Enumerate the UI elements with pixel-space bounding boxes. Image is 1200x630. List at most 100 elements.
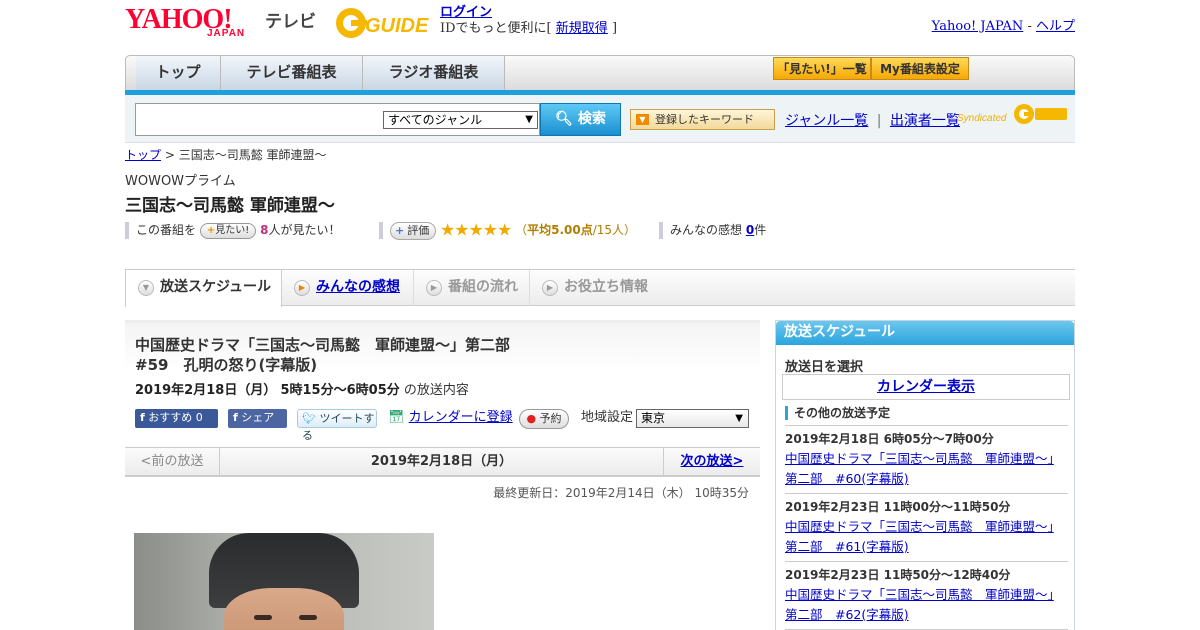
other-broadcasts-heading: その他の放送予定	[785, 406, 890, 420]
rating-open: （	[515, 223, 528, 237]
episode-date-suffix: の放送内容	[403, 383, 469, 398]
header-separator: -	[1027, 19, 1032, 34]
nav-tab-tv-schedule[interactable]: テレビ番組表	[221, 56, 363, 90]
band-links: ジャンル一覧 | 出演者一覧	[785, 110, 960, 130]
search-icon: 🔍︎	[555, 111, 573, 127]
yahoo-japan-text: JAPAN	[207, 28, 246, 39]
next-broadcast-link[interactable]: 次の放送>	[681, 454, 744, 469]
twitter-bird-icon: 🐦︎	[302, 412, 316, 425]
genre-list-link[interactable]: ジャンル一覧	[785, 113, 868, 129]
rating-average: 平均5.00点	[527, 223, 593, 237]
nav-tab-top[interactable]: トップ	[136, 56, 221, 90]
episode-title-line2: #59 孔明の怒り(字幕版)	[135, 356, 318, 374]
facebook-share-label: シェア	[241, 411, 275, 424]
tab-reviews[interactable]: ▶ みんなの感想	[282, 270, 414, 306]
tv-logo-text: テレビ	[265, 12, 316, 32]
calendar-register-link[interactable]: カレンダーに登録	[409, 410, 513, 425]
g-guide-logo[interactable]: GUIDE	[335, 6, 431, 40]
nav-tab-radio-schedule[interactable]: ラジオ番組表	[363, 56, 505, 90]
breadcrumb-top-link[interactable]: トップ	[125, 148, 161, 162]
calendar-register: 📅︎ カレンダーに登録	[388, 409, 513, 428]
record-dot-icon: ●	[526, 412, 537, 425]
episode-header: 中国歴史ドラマ「三国志～司馬懿 軍師連盟～」第二部 #59 孔明の怒り(字幕版)…	[125, 320, 760, 445]
play-icon: ▶	[426, 280, 442, 296]
current-broadcast-date: 2019年2月18日（月）	[370, 454, 513, 469]
calendar-display-link[interactable]: カレンダー表示	[877, 379, 975, 395]
tab-info-label: お役立ち情報	[564, 279, 648, 295]
header-links: Yahoo! JAPAN - ヘルプ	[932, 15, 1075, 34]
mitai-button[interactable]: +見たい!	[199, 222, 257, 239]
rate-button-label: 評価	[407, 223, 430, 237]
my-schedule-button[interactable]: My番組表設定	[871, 57, 969, 80]
global-nav: トップ テレビ番組表 ラジオ番組表 「見たい!」一覧 My番組表設定	[125, 55, 1075, 91]
chevron-down-icon: ▼	[525, 114, 533, 125]
broadcast-time: 2019年2月18日 6時05分～7時00分	[785, 432, 994, 446]
next-broadcast: 次の放送>	[663, 448, 760, 476]
reviews-suffix: 件	[754, 223, 767, 237]
broadcast-title-link[interactable]: 中国歴史ドラマ「三国志～司馬懿 軍師連盟～」第二部 #60(字幕版)	[785, 451, 1054, 486]
facebook-share-button[interactable]: f シェア	[228, 409, 287, 428]
dropdown-arrow-icon: ▼	[636, 114, 649, 125]
login-note-end: ]	[611, 21, 618, 36]
search-button[interactable]: 🔍︎ 検索	[540, 103, 621, 136]
photo-face	[224, 588, 344, 630]
broadcast-time: 2019年2月23日 11時50分～12時40分	[785, 568, 1011, 582]
reviews-prefix: みんなの感想	[670, 223, 743, 237]
watch-prefix: この番組を	[136, 223, 197, 237]
tweet-button[interactable]: 🐦︎ ツイートする	[297, 409, 377, 442]
episode-title-line1: 中国歴史ドラマ「三国志～司馬懿 軍師連盟～」第二部	[135, 336, 511, 354]
episode-time: 5時15分～6時05分	[280, 383, 400, 398]
mitai-list-button[interactable]: 「見たい!」一覧	[773, 57, 871, 80]
episode-image	[134, 533, 434, 630]
list-item: 2019年2月23日 11時00分～11時50分 中国歴史ドラマ「三国志～司馬懿…	[785, 497, 1055, 557]
photo-eye	[299, 615, 317, 620]
episode-date: 2019年2月18日（月）	[135, 383, 277, 398]
choose-date-label: 放送日を選択	[785, 360, 864, 375]
reviews-count-link[interactable]: 0	[746, 223, 754, 237]
reserve-button[interactable]: ● 予約	[519, 409, 569, 429]
previous-broadcast: <前の放送	[125, 448, 220, 476]
region-label: 地域設定	[581, 410, 634, 425]
list-item: 2019年2月18日 6時05分～7時00分 中国歴史ドラマ「三国志～司馬懿 軍…	[785, 429, 1055, 489]
tab-schedule[interactable]: ▼ 放送スケジュール	[125, 269, 282, 307]
episode-airtime: 2019年2月18日（月） 5時15分～6時05分 の放送内容	[135, 379, 469, 398]
registered-keyword-label: 登録したキーワード	[655, 113, 754, 126]
rate-button[interactable]: + 評価	[390, 221, 437, 240]
facebook-recommend-button[interactable]: f おすすめ 0	[135, 409, 218, 428]
star-rating: ★★★★★	[440, 220, 512, 241]
guide-logo-text: GUIDE	[365, 15, 429, 37]
channel-name: WOWOWプライム	[125, 174, 236, 189]
broadcast-title-link[interactable]: 中国歴史ドラマ「三国志～司馬懿 軍師連盟～」第二部 #62(字幕版)	[785, 587, 1054, 622]
broadcast-pager: <前の放送 2019年2月18日（月） 次の放送>	[125, 447, 760, 477]
registered-keyword-button[interactable]: ▼ 登録したキーワード	[630, 109, 775, 130]
rating-count: /15人）	[592, 223, 637, 237]
signup-link[interactable]: 新規取得	[556, 21, 608, 36]
tab-reviews-label[interactable]: みんなの感想	[316, 279, 400, 295]
divider	[785, 561, 1068, 562]
genre-select[interactable]: すべてのジャンル ▼	[383, 111, 538, 129]
rating-stat: + 評価 ★★★★★ （平均5.00点/15人）	[390, 220, 636, 241]
yahoo-japan-link[interactable]: Yahoo! JAPAN	[932, 19, 1024, 34]
play-icon: ▶	[542, 280, 558, 296]
plus-icon: +	[395, 223, 405, 237]
episode-title: 中国歴史ドラマ「三国志～司馬懿 軍師連盟～」第二部 #59 孔明の怒り(字幕版)	[135, 335, 510, 375]
help-link[interactable]: ヘルプ	[1036, 19, 1075, 34]
region-select[interactable]: 東京 ▼	[636, 409, 749, 428]
tab-schedule-label: 放送スケジュール	[160, 279, 272, 295]
chevron-down-icon: ▼	[138, 280, 154, 296]
broadcast-title-link[interactable]: 中国歴史ドラマ「三国志～司馬懿 軍師連盟～」第二部 #61(字幕版)	[785, 519, 1054, 554]
list-item: 2019年2月23日 11時50分～12時40分 中国歴史ドラマ「三国志～司馬懿…	[785, 565, 1055, 625]
login-note: IDでもっと便利に[	[440, 21, 552, 36]
sidebar-heading: 放送スケジュール	[776, 321, 1074, 345]
login-box: ログイン IDでもっと便利に[ 新規取得 ]	[440, 5, 617, 37]
photo-eye	[254, 615, 272, 620]
program-tabs: ▼ 放送スケジュール ▶ みんなの感想 ▶ 番組の流れ ▶ お役立ち情報	[125, 269, 1075, 307]
login-link[interactable]: ログイン	[440, 5, 492, 20]
chevron-down-icon: ▼	[735, 413, 743, 424]
reviews-stat: みんなの感想 0件	[670, 220, 766, 240]
search-button-label: 検索	[577, 111, 606, 127]
last-updated: 最終更新日：2019年2月14日（木） 10時35分	[493, 486, 749, 500]
breadcrumb-separator: >	[164, 148, 175, 162]
program-stats-row: この番組を +見たい! 8人が見たい！ + 評価 ★★★★★ （平均5.00点/1…	[125, 220, 825, 241]
performer-list-link[interactable]: 出演者一覧	[890, 113, 960, 129]
